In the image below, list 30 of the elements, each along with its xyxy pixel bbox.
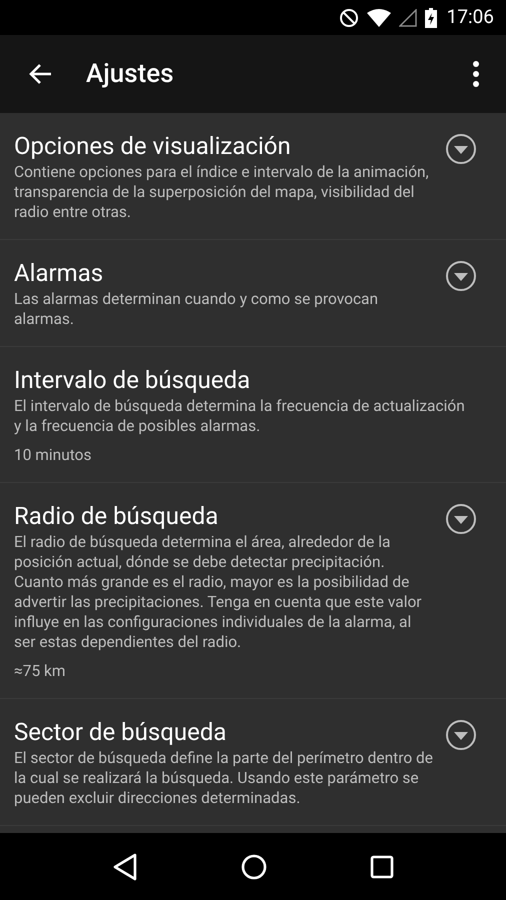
setting-value: ≈75 km [14,661,66,681]
setting-value: 10 minutos [14,445,92,465]
toolbar-title: Ajustes [86,58,175,90]
settings-item[interactable]: Sector de búsqueda El sector de búsqueda define la parte del perímetro dentro de la cual se realizará la búsqueda. Usando este parámetro se pueden excluir direcciones determinadas. [0,699,506,826]
battery-icon [424,8,437,28]
settings-item[interactable]: Intervalo de búsqueda El intervalo de búsqueda determina la frecuencia de actualización y la frecuencia de posibles alarmas. 10 minutos [0,347,506,483]
setting-title: Alarmas [14,258,104,288]
setting-title: Opciones de visualización [14,131,292,161]
home-nav-icon[interactable] [240,854,267,880]
setting-summary: Las alarmas determinan cuando y como se provocan alarmas. [14,289,380,329]
expand-icon[interactable] [445,503,477,535]
wifi-icon [366,8,391,26]
recents-nav-icon[interactable] [370,854,394,878]
settings-item[interactable]: Alarmas Las alarmas determinan cuando y como se provocan alarmas. [0,240,506,347]
setting-summary: El sector de búsqueda define la parte del perímetro dentro de la cual se realizará la búsqueda. Usando este parámetro se pueden excluir direcciones determinadas. [14,748,434,808]
status-time: 17:06 [446,4,494,30]
back-nav-icon[interactable] [112,852,138,880]
setting-title: Intervalo de búsqueda [14,365,252,395]
signal-icon [398,8,417,26]
setting-summary: El intervalo de búsqueda determina la frecuencia de actualización y la frecuencia de posibles alarmas. [14,396,466,436]
expand-icon[interactable] [445,719,477,751]
do-not-disturb-icon [338,8,359,28]
setting-summary: El radio de búsqueda determina el área, alrededor de la posición actual, dónde se debe detectar precipitación. Cuanto más grande es el radio, mayor es la posibilidad de advertir las precipitaciones. Tenga en cuenta que este valor influye en las configuraciones individuales de la alarma, al ser estas dependientes del radio. [14,532,423,652]
more-options-button[interactable] [472,61,480,87]
setting-title: Radio de búsqueda [14,501,220,531]
expand-icon[interactable] [445,260,477,292]
expand-icon[interactable] [445,133,477,165]
setting-summary: Contiene opciones para el índice e intervalo de la animación, transparencia de la superposición del mapa, visibilidad del radio entre otras. [14,162,430,222]
settings-item[interactable]: Opciones de visualización Contiene opciones para el índice e intervalo de la animación, transparencia de la superposición del mapa, visibilidad del radio entre otras. [0,113,506,240]
setting-title: Sector de búsqueda [14,717,228,747]
